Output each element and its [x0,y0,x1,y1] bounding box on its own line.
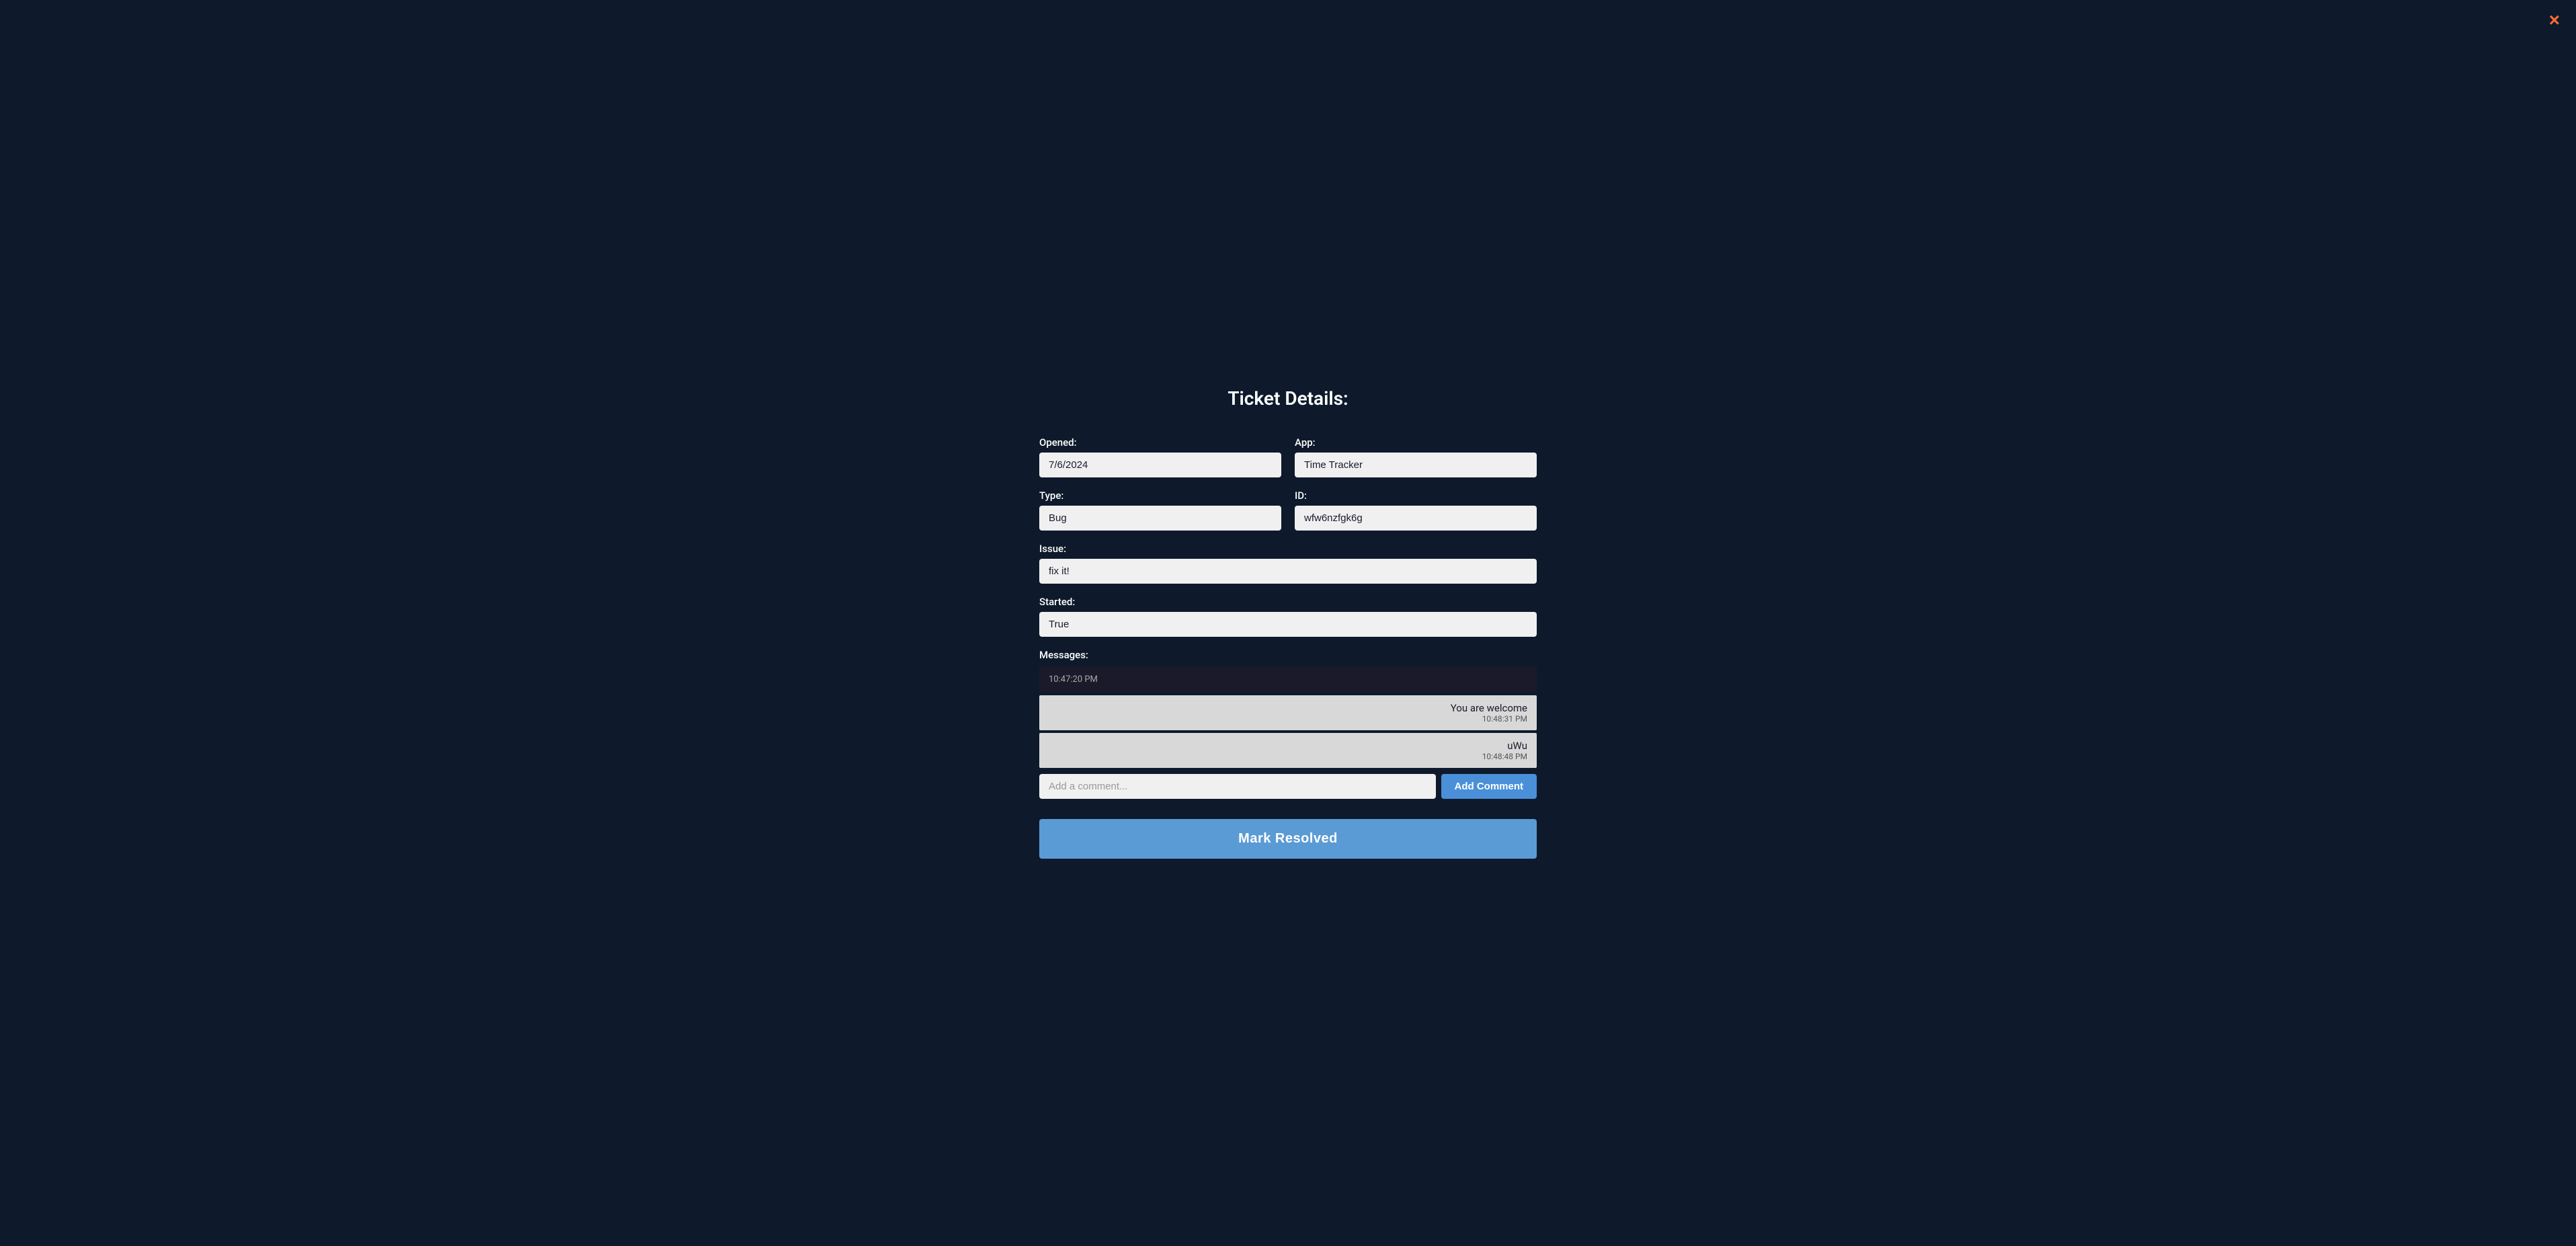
label-id: ID: [1295,490,1537,502]
message-text-2: uWu [1049,740,1527,752]
field-app: App: [1295,436,1537,477]
comment-input[interactable] [1039,774,1436,799]
row-issue: Issue: [1039,543,1537,584]
label-issue: Issue: [1039,543,1537,555]
label-started: Started: [1039,596,1537,608]
field-type: Type: [1039,490,1281,531]
input-type[interactable] [1039,506,1281,531]
message-time-1: 10:48:31 PM [1049,714,1527,724]
input-issue[interactable] [1039,559,1537,584]
mark-resolved-button[interactable]: Mark Resolved [1039,819,1537,859]
row-started: Started: [1039,596,1537,637]
input-app[interactable] [1295,453,1537,477]
row-opened-app: Opened: App: [1039,436,1537,477]
input-opened[interactable] [1039,453,1281,477]
label-opened: Opened: [1039,436,1281,449]
field-issue: Issue: [1039,543,1537,584]
label-type: Type: [1039,490,1281,502]
close-button[interactable]: × [2549,11,2560,30]
row-type-id: Type: ID: [1039,490,1537,531]
message-item-2: uWu 10:48:48 PM [1039,733,1537,768]
message-time-2: 10:48:48 PM [1049,752,1527,761]
field-id: ID: [1295,490,1537,531]
input-id[interactable] [1295,506,1537,531]
input-started[interactable] [1039,612,1537,637]
message-item-1: You are welcome 10:48:31 PM [1039,695,1537,730]
messages-section: Messages: 10:47:20 PM You are welcome 10… [1039,649,1537,774]
field-started: Started: [1039,596,1537,637]
add-comment-button[interactable]: Add Comment [1441,774,1537,799]
form-container: Opened: App: Type: ID: Issue: [1039,436,1537,859]
message-item-0: 10:47:20 PM [1039,666,1537,693]
field-opened: Opened: [1039,436,1281,477]
messages-label: Messages: [1039,649,1537,661]
comment-row: Add Comment [1039,774,1537,799]
label-app: App: [1295,436,1537,449]
messages-scroll-area[interactable]: 10:47:20 PM You are welcome 10:48:31 PM … [1039,666,1537,774]
message-text-1: You are welcome [1049,702,1527,714]
modal-title: Ticket Details: [1039,387,1537,410]
ticket-details-modal: Ticket Details: Opened: App: Type: ID: [1026,360,1550,886]
message-time-0: 10:47:20 PM [1049,674,1098,685]
